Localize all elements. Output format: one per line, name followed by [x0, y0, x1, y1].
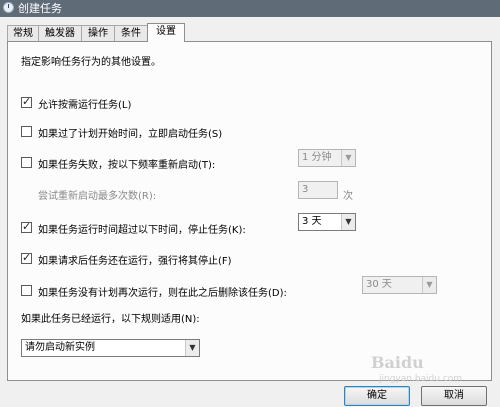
delete-duration-value: 30 天	[366, 279, 392, 290]
tab-actions[interactable]: 操作	[81, 25, 115, 41]
stop-duration-value: 3 天	[302, 216, 322, 227]
force-stop-label: 如果请求后任务还在运行，强行将其停止(F)	[38, 256, 232, 267]
stop-if-longer-checkbox[interactable]	[21, 220, 32, 234]
stop-if-longer-label: 如果任务运行时间超过以下时间，停止任务(K):	[38, 225, 246, 236]
tab-settings[interactable]: 设置	[147, 23, 185, 42]
already-running-label: 如果此任务已经运行，以下规则适用(N):	[21, 314, 200, 325]
baidu-watermark: Baidu jingyan.baidu.com	[371, 353, 491, 385]
restart-interval-dropdown[interactable]: 1 分钟 ▼	[298, 149, 356, 167]
chevron-down-icon: ▼	[341, 150, 355, 166]
run-asap-checkbox[interactable]	[21, 126, 32, 137]
restart-on-fail-checkbox[interactable]	[21, 157, 32, 168]
restart-attempts-unit: 次	[343, 191, 353, 202]
allow-on-demand-label: 允许按需运行任务(L)	[38, 100, 132, 111]
restart-attempts-input[interactable]: 3	[298, 181, 338, 199]
chevron-down-icon: ▼	[422, 277, 436, 293]
baidu-watermark-url: jingyan.baidu.com	[379, 374, 463, 384]
cancel-button[interactable]: 取消	[421, 386, 487, 406]
already-running-value: 请勿启动新实例	[25, 342, 95, 353]
run-asap-label: 如果过了计划开始时间，立即启动任务(S)	[38, 129, 223, 140]
tab-triggers[interactable]: 触发器	[38, 25, 82, 41]
window-title: 创建任务	[18, 2, 62, 15]
delete-if-not-scheduled-label: 如果任务没有计划再次运行，则在此之后删除该任务(D):	[38, 288, 287, 299]
delete-duration-dropdown[interactable]: 30 天 ▼	[362, 276, 437, 294]
settings-panel: 指定影响任务行为的其他设置。 允许按需运行任务(L) 如果过了计划开始时间，立即…	[7, 41, 492, 381]
baidu-logo: Baidu	[371, 353, 424, 372]
tab-conditions[interactable]: 条件	[114, 25, 148, 41]
ok-button[interactable]: 确定	[344, 386, 410, 406]
stop-duration-dropdown[interactable]: 3 天 ▼	[298, 213, 356, 231]
task-scheduler-icon	[3, 2, 14, 13]
force-stop-checkbox[interactable]	[21, 251, 32, 265]
restart-attempts-label: 尝试重新启动最多次数(R):	[38, 191, 157, 202]
delete-if-not-scheduled-checkbox[interactable]	[21, 285, 32, 296]
restart-on-fail-label: 如果任务失败，按以下频率重新启动(T):	[38, 160, 216, 171]
chevron-down-icon: ▼	[341, 214, 355, 230]
already-running-dropdown[interactable]: 请勿启动新实例 ▼	[21, 339, 200, 357]
allow-on-demand-checkbox[interactable]	[21, 95, 32, 109]
restart-interval-value: 1 分钟	[302, 152, 332, 163]
tab-general[interactable]: 常规	[7, 25, 39, 41]
title-bar: 创建任务	[0, 0, 500, 17]
settings-description: 指定影响任务行为的其他设置。	[21, 57, 161, 68]
chevron-down-icon: ▼	[185, 340, 199, 356]
